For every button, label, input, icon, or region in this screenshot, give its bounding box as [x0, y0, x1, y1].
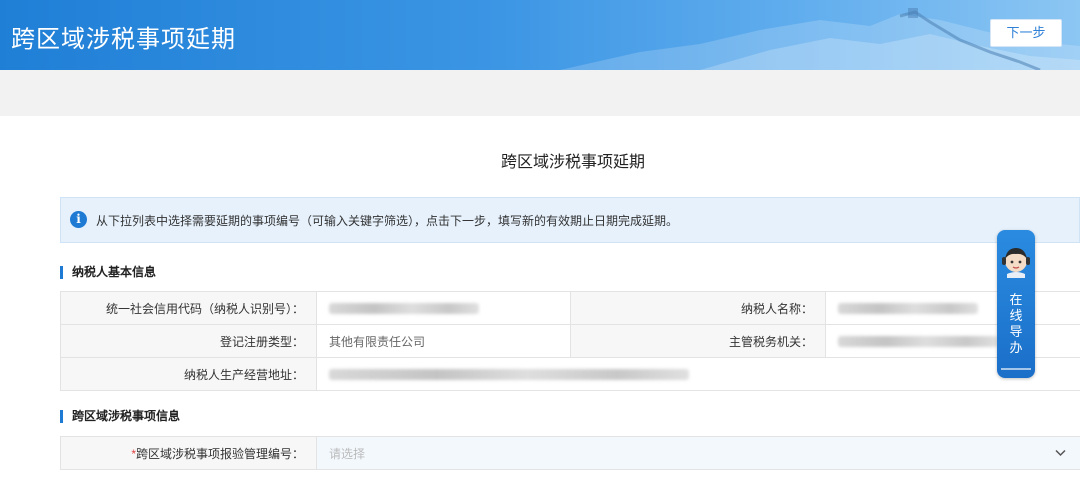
section-title-basic-info: 纳税人基本信息	[60, 266, 156, 279]
online-guide-button[interactable]: 在 线 导 办	[997, 230, 1035, 378]
table-row: 登记注册类型： 其他有限责任公司 主管税务机关：	[60, 324, 1080, 358]
app-title: 跨区域涉税事项延期	[11, 26, 236, 53]
toolbar-band	[0, 70, 1080, 116]
section-title-matter-info: 跨区域涉税事项信息	[60, 410, 180, 423]
matter-number-label: *跨区域涉税事项报验管理编号：	[60, 436, 317, 470]
table-row: 统一社会信用代码（纳税人识别号）： 纳税人名称：	[60, 291, 1080, 325]
taxpayer-name-label: 纳税人名称：	[570, 291, 826, 325]
business-address-value	[316, 357, 1080, 391]
info-icon: i	[70, 211, 87, 228]
app-header: 跨区域涉税事项延期 下一步	[0, 0, 1080, 70]
taxpayer-name-value	[825, 291, 1080, 325]
tax-authority-value	[825, 324, 1080, 358]
business-address-label: 纳税人生产经营地址：	[60, 357, 317, 391]
redacted-value	[838, 303, 978, 315]
next-step-button[interactable]: 下一步	[990, 19, 1062, 47]
select-placeholder: 请选择	[329, 446, 366, 461]
table-row: 纳税人生产经营地址：	[60, 357, 1080, 391]
redacted-value	[329, 303, 479, 315]
matter-info-table: *跨区域涉税事项报验管理编号： 请选择	[60, 436, 1080, 470]
credit-code-value	[316, 291, 571, 325]
matter-number-select[interactable]: 请选择	[316, 436, 1080, 470]
redacted-value	[838, 336, 998, 348]
basic-info-table: 统一社会信用代码（纳税人识别号）： 纳税人名称： 登记注册类型： 其他有限责任公…	[60, 291, 1080, 391]
registration-type-label: 登记注册类型：	[60, 324, 317, 358]
notice-text: 从下拉列表中选择需要延期的事项编号（可输入关键字筛选），点击下一步，填写新的有效…	[96, 214, 679, 228]
table-row: *跨区域涉税事项报验管理编号： 请选择	[60, 436, 1080, 470]
redacted-value	[329, 369, 689, 381]
online-guide-divider	[1001, 368, 1031, 370]
info-notice: i 从下拉列表中选择需要延期的事项编号（可输入关键字筛选），点击下一步，填写新的…	[60, 197, 1080, 243]
credit-code-label: 统一社会信用代码（纳税人识别号）：	[60, 291, 317, 325]
agent-avatar-icon	[1002, 248, 1030, 278]
registration-type-value: 其他有限责任公司	[316, 324, 571, 358]
chevron-down-icon[interactable]	[1055, 446, 1066, 460]
online-guide-label: 在 线 导 办	[1009, 292, 1023, 355]
tax-authority-label: 主管税务机关：	[570, 324, 826, 358]
page-title: 跨区域涉税事项延期	[500, 154, 645, 171]
matter-number-label-text: 跨区域涉税事项报验管理编号：	[135, 446, 304, 461]
